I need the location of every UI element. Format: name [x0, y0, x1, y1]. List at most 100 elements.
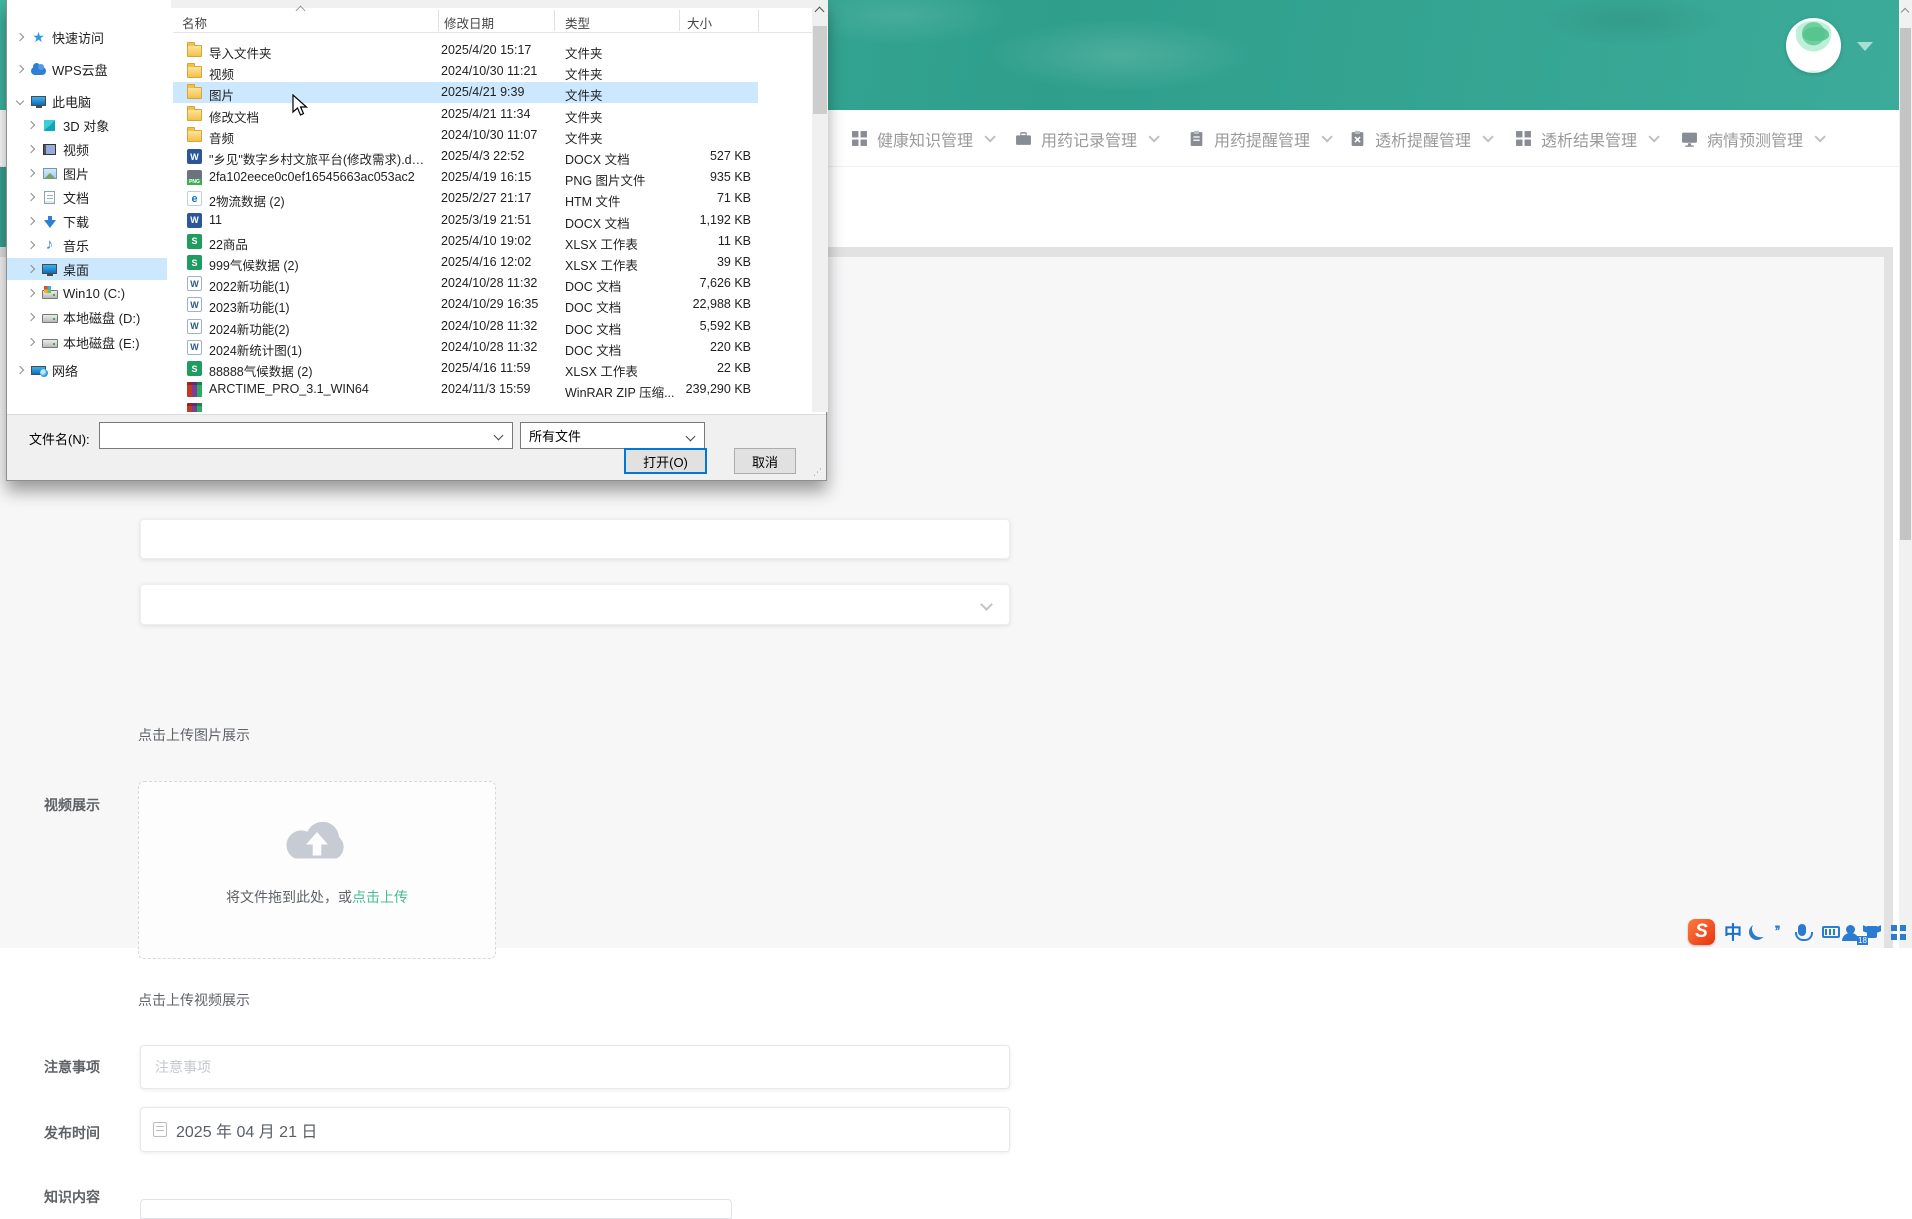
sd-ico[interactable]	[43, 215, 56, 228]
punctuation-icon[interactable]: ’’	[1774, 918, 1781, 946]
sidebar-item-4[interactable]: 3D 对象	[7, 114, 167, 136]
moon-icon[interactable]	[1749, 918, 1765, 946]
file-row[interactable]: 11 2025/3/19 21:51 DOCX 文档 1,192 KB	[173, 210, 812, 231]
expand-chevron-icon[interactable]	[26, 264, 36, 274]
file-row[interactable]: 视频 2024/10/30 11:21 文件夹	[173, 61, 812, 82]
expand-chevron-icon[interactable]	[26, 144, 36, 154]
file-row[interactable]: 2022新功能(1) 2024/10/28 11:32 DOC 文档 7,626 KB	[173, 273, 812, 294]
sidebar-item-6[interactable]: 图片	[7, 162, 167, 184]
nav-item-4[interactable]: 透析提醒管理	[1349, 110, 1494, 167]
expand-chevron-icon[interactable]	[15, 96, 25, 106]
sd-ico[interactable]	[44, 119, 55, 131]
file-row[interactable]: 导入文件夹 2025/4/20 15:17 文件夹	[173, 40, 812, 61]
sidebar-item-10[interactable]: 桌面	[7, 258, 167, 280]
menu-grid-icon[interactable]	[1891, 918, 1897, 946]
file-row[interactable]: 修改文档 2025/4/21 11:34 文件夹	[173, 104, 812, 125]
sort-ascending-icon[interactable]	[295, 5, 306, 16]
nav-item-6[interactable]: 病情预测管理	[1681, 110, 1826, 167]
video-upload-dropzone[interactable]: 将文件拖到此处，或点击上传	[138, 781, 496, 959]
user-avatar[interactable]	[1786, 18, 1841, 73]
file-row[interactable]: 2物流数据 (2) 2025/2/27 21:17 HTM 文件 71 KB	[173, 188, 812, 209]
sd-ico[interactable]	[42, 167, 57, 179]
file-row[interactable]	[173, 400, 812, 412]
scroll-up-icon[interactable]	[1900, 7, 1910, 17]
scrollbar-thumb[interactable]	[813, 26, 827, 114]
sidebar-item-3[interactable]: 此电脑	[7, 90, 167, 112]
sd-ico[interactable]	[41, 314, 58, 323]
file-row[interactable]: 22商品 2025/4/10 19:02 XLSX 工作表 11 KB	[173, 231, 812, 252]
expand-chevron-icon[interactable]	[26, 312, 36, 322]
sidebar-item-9[interactable]: ♪ 音乐	[7, 234, 167, 256]
sd-ico[interactable]	[44, 190, 55, 204]
nav-item-3[interactable]: 用药提醒管理	[1188, 110, 1333, 167]
sidebar-item-13[interactable]: 本地磁盘 (E:)	[7, 331, 167, 353]
click-upload-link[interactable]: 点击上传	[352, 889, 408, 905]
sidebar-item-12[interactable]: 本地磁盘 (D:)	[7, 306, 167, 328]
resize-grip[interactable]: ⋰	[813, 467, 823, 478]
file-row[interactable]: 999气候数据 (2) 2025/4/16 12:02 XLSX 工作表 39 KB	[173, 252, 812, 273]
file-row[interactable]: 2024新统计图(1) 2024/10/28 11:32 DOC 文档 220 KB	[173, 337, 812, 358]
hidden-form-input[interactable]	[140, 519, 1010, 559]
column-type[interactable]: 类型	[565, 13, 590, 32]
file-row[interactable]: ARCTIME_PRO_3.1_WIN64 2024/11/3 15:59 WinR…	[173, 379, 812, 400]
sogou-logo-icon[interactable]: S	[1688, 918, 1715, 946]
hidden-form-select[interactable]	[140, 584, 1010, 625]
expand-chevron-icon[interactable]	[15, 32, 25, 42]
expand-chevron-icon[interactable]	[26, 168, 36, 178]
cancel-button[interactable]: 取消	[734, 448, 796, 474]
sd-ico[interactable]: ★	[32, 30, 45, 44]
sd-ico[interactable]	[42, 264, 57, 276]
file-row[interactable]: 2023新功能(1) 2024/10/29 16:35 DOC 文档 22,988 K…	[173, 294, 812, 315]
expand-chevron-icon[interactable]	[26, 288, 36, 298]
expand-chevron-icon[interactable]	[26, 240, 36, 250]
sidebar-item-14[interactable]: 网络	[7, 359, 167, 381]
expand-chevron-icon[interactable]	[15, 64, 25, 74]
file-list-scrollbar[interactable]	[812, 0, 828, 412]
nav-item-5[interactable]: 透析结果管理	[1515, 110, 1660, 167]
sidebar-item-2[interactable]: WPS云盘	[7, 58, 167, 80]
page-scrollbar[interactable]	[1899, 0, 1912, 948]
notes-input[interactable]	[140, 1045, 1010, 1089]
sidebar-item-8[interactable]: 下载	[7, 210, 167, 232]
expand-chevron-icon[interactable]	[26, 120, 36, 130]
column-size[interactable]: 大小	[687, 13, 712, 32]
column-modified[interactable]: 修改日期	[444, 13, 494, 32]
sidebar-item-7[interactable]: 文档	[7, 186, 167, 208]
expand-chevron-icon[interactable]	[26, 337, 36, 347]
microphone-icon[interactable]	[1795, 918, 1813, 946]
sd-ico[interactable]	[43, 143, 56, 155]
skin-icon[interactable]	[1867, 918, 1877, 946]
publish-date-input[interactable]: 2025 年 04 月 21 日	[140, 1107, 1010, 1152]
scroll-up-icon[interactable]	[814, 6, 825, 17]
page-scrollbar-thumb[interactable]	[1900, 28, 1911, 540]
expand-chevron-icon[interactable]	[15, 365, 25, 375]
sd-ico[interactable]	[41, 339, 58, 348]
sd-ico[interactable]	[31, 365, 48, 377]
filetype-select[interactable]: 所有文件	[520, 422, 705, 449]
file-row[interactable]: 2fa102eece0c0ef16545663ac053ac2 2025/4/19…	[173, 167, 812, 188]
sd-ico[interactable]: ♪	[46, 237, 54, 252]
file-row[interactable]: "乡见"数字乡村文旅平台(修改需求).docx... 2025/4/3 22:52…	[173, 146, 812, 167]
sidebar-item-5[interactable]: 视频	[7, 138, 167, 160]
content-textarea[interactable]	[140, 1199, 732, 1219]
filename-input[interactable]	[99, 422, 513, 449]
expand-chevron-icon[interactable]	[26, 192, 36, 202]
profile-icon[interactable]: 18	[1842, 918, 1869, 946]
user-menu-caret-icon[interactable]	[1857, 42, 1873, 51]
sidebar-item-1[interactable]: ★ 快速访问	[7, 26, 167, 48]
nav-item-1[interactable]: 健康知识管理	[851, 110, 996, 167]
expand-chevron-icon[interactable]	[26, 216, 36, 226]
file-row[interactable]: 音频 2024/10/30 11:07 文件夹	[173, 125, 812, 146]
sd-ico[interactable]	[41, 286, 58, 299]
open-button[interactable]: 打开(O)	[624, 448, 707, 474]
sd-ico[interactable]	[31, 96, 46, 108]
keyboard-icon[interactable]	[1822, 918, 1840, 946]
file-row[interactable]: 88888气候数据 (2) 2025/4/16 11:59 XLSX 工作表 22 K…	[173, 358, 812, 379]
sidebar-item-11[interactable]: Win10 (C:)	[7, 282, 167, 304]
file-row[interactable]: 2024新功能(2) 2024/10/28 11:32 DOC 文档 5,592 KB	[173, 316, 812, 337]
column-name[interactable]: 名称	[182, 13, 207, 32]
chinese-mode-icon[interactable]: 中	[1724, 918, 1742, 946]
file-row[interactable]: 图片 2025/4/21 9:39 文件夹	[173, 82, 812, 104]
nav-item-2[interactable]: 用药记录管理	[1015, 110, 1160, 167]
sd-ico[interactable]	[31, 63, 46, 75]
